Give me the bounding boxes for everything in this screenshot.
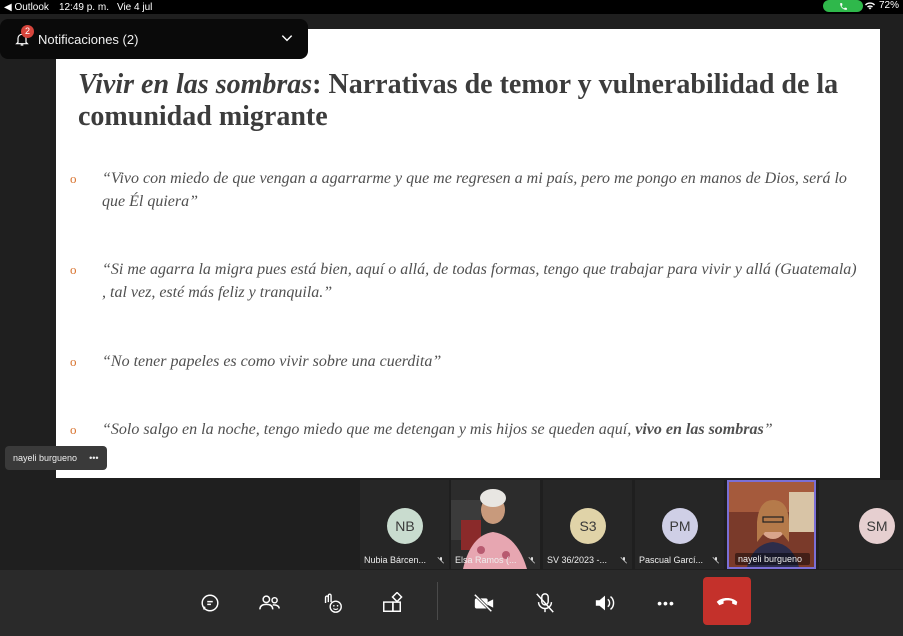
chevron-down-icon[interactable] (280, 31, 294, 50)
people-button[interactable] (255, 588, 285, 618)
participant-tile[interactable]: Elsa Ramos (... (451, 480, 540, 569)
quote-text: “Vivo con miedo de que vengan a agarrarm… (102, 170, 847, 210)
bell-icon: 2 (14, 25, 34, 47)
shared-slide: Vivir en las sombras: Narrativas de temo… (56, 29, 880, 492)
mic-muted-icon (712, 557, 719, 564)
participant-name: nayeli burgueno (738, 554, 803, 564)
status-bar: ◀ Outlook 12:49 p. m. Vie 4 jul 72% (0, 0, 903, 14)
quote-bullet: o “Solo salgo en la noche, tengo miedo q… (70, 418, 860, 441)
participant-name: SV 36/2023 -... (547, 555, 608, 565)
participant-caption: Elsa Ramos (... (455, 555, 536, 565)
participant-tile[interactable]: NB Nubia Bárcen... (360, 480, 449, 569)
microphone-toggle-button[interactable] (530, 588, 560, 618)
quote-text: “No tener papeles es como vivir sobre un… (102, 353, 442, 370)
shared-content-stage: Vivir en las sombras: Narrativas de temo… (0, 14, 903, 492)
participant-name: Pascual Garcí... (639, 555, 704, 565)
quote-bullet: o “Si me agarra la migra pues está bien,… (70, 258, 860, 304)
avatar: SM (859, 508, 895, 544)
speaker-icon (595, 595, 615, 611)
participant-gallery: NB Nubia Bárcen... Elsa Ramos (... S3 SV… (0, 478, 903, 570)
participant-tile[interactable]: PM Pascual Garcí... (635, 480, 724, 569)
bullet-marker: o (70, 262, 77, 277)
participant-caption: SV 36/2023 -... (547, 555, 628, 565)
mic-muted-icon (437, 557, 444, 564)
notifications-banner[interactable]: 2 Notificaciones (2) (0, 19, 308, 59)
battery-percent: 72% (878, 0, 899, 11)
participant-tile[interactable]: SM (819, 480, 903, 569)
more-options-icon[interactable]: ••• (89, 453, 98, 463)
quote-bullet: o “No tener papeles es como vivir sobre … (70, 350, 860, 373)
quote-text-end: ” (763, 421, 773, 438)
back-to-outlook-link[interactable]: ◀ Outlook (4, 2, 49, 13)
status-right: 72% (864, 0, 899, 11)
people-icon (259, 595, 280, 610)
reactions-button[interactable] (317, 588, 347, 618)
more-button[interactable]: ••• (651, 588, 681, 618)
wifi-icon (864, 1, 875, 9)
active-call-indicator[interactable] (823, 0, 863, 12)
camera-off-icon (473, 593, 494, 613)
raise-hand-icon (324, 593, 342, 613)
apps-icon (383, 592, 403, 612)
status-time: 12:49 p. m. (58, 1, 109, 13)
quote-bullet: o “Vivo con miedo de que vengan a agarra… (70, 167, 860, 213)
toolbar-divider (437, 582, 438, 620)
quote-text-bold: vivo en las sombras (635, 421, 764, 438)
phone-icon (839, 2, 847, 10)
camera-toggle-button[interactable] (469, 588, 499, 618)
speaker-button[interactable] (590, 588, 620, 618)
chat-button[interactable] (195, 588, 225, 618)
quote-text: “Si me agarra la migra pues está bien, a… (102, 261, 857, 301)
mic-muted-icon (528, 557, 535, 564)
mic-muted-icon (620, 557, 627, 564)
participant-tile-active-speaker[interactable]: nayeli burgueno (727, 480, 816, 569)
participant-name: Elsa Ramos (... (455, 555, 517, 565)
apps-button[interactable] (377, 588, 407, 618)
quote-text-plain: “Solo salgo en la noche, tengo miedo que… (102, 421, 636, 438)
participant-tile[interactable]: S3 SV 36/2023 -... (543, 480, 632, 569)
slide-title: Vivir en las sombras: Narrativas de temo… (78, 69, 858, 133)
participant-caption: Nubia Bárcen... (364, 555, 445, 565)
bullet-marker: o (70, 171, 77, 186)
bullet-marker: o (70, 354, 77, 369)
avatar: NB (387, 508, 423, 544)
participant-caption: nayeli burgueno (735, 553, 810, 565)
hang-up-icon (716, 598, 738, 606)
avatar: S3 (570, 508, 606, 544)
presenter-name: nayeli burgueno (13, 453, 78, 463)
presenter-name-tag[interactable]: nayeli burgueno ••• (5, 446, 107, 470)
participant-name: Nubia Bárcen... (364, 555, 427, 565)
chat-icon (201, 594, 219, 612)
mic-muted-icon (536, 593, 554, 613)
avatar: PM (662, 508, 698, 544)
status-date: Vie 4 jul (116, 1, 153, 13)
slide-title-italic: Vivir en las sombras (78, 69, 313, 100)
leave-call-button[interactable] (703, 577, 751, 625)
meeting-toolbar: ••• (0, 570, 903, 636)
notifications-label: Notificaciones (2) (38, 31, 139, 47)
quote-text: “Solo salgo en la noche, tengo miedo que… (102, 418, 860, 441)
notification-count-badge: 2 (21, 25, 34, 38)
bullet-marker: o (70, 422, 77, 437)
participant-caption: Pascual Garcí... (639, 555, 720, 565)
